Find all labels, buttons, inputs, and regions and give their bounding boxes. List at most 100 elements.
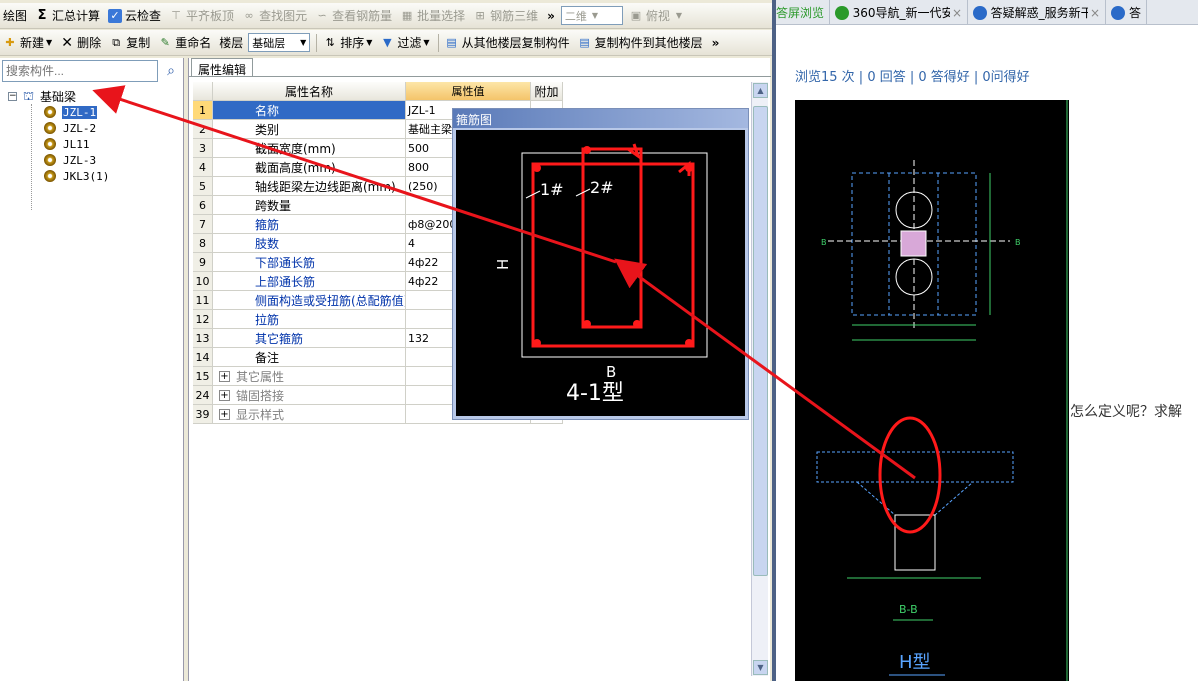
grid-corner-cell	[193, 82, 213, 101]
height-label: H	[494, 259, 512, 270]
property-name: 拉筋	[213, 310, 406, 329]
expand-icon[interactable]: +	[219, 408, 230, 420]
tree-node-foundation-beam[interactable]: − ⛫ 基础梁	[8, 88, 76, 104]
pile-section	[894, 514, 936, 571]
property-name-text: 上部通长筋	[255, 274, 316, 289]
tree-item-jzl2[interactable]: JZL-2	[44, 120, 97, 136]
property-name: 截面高度(mm)	[213, 158, 406, 177]
draw-button[interactable]: 绘图	[0, 5, 30, 27]
copy-from-floor-button[interactable]: ▤ 从其他楼层复制构件	[442, 32, 573, 54]
property-name: + 其它属性	[213, 367, 406, 386]
row-number: 10	[193, 272, 213, 291]
browser-360-icon	[835, 5, 849, 20]
copy-from-floor-icon: ▤	[446, 35, 457, 49]
batch-select-button[interactable]: ▦ 批量选择	[397, 5, 468, 27]
rebar-dot	[685, 164, 693, 172]
copy-icon: ⧉	[112, 35, 121, 49]
row-number: 13	[193, 329, 213, 348]
browser-window: 答屏浏览 360导航_新一代安全× 答疑解惑_服务新干× 答 浏览15 次 | …	[776, 0, 1198, 681]
row-number: 4	[193, 158, 213, 177]
tree-item-jzl1[interactable]: JZL-1	[44, 104, 98, 120]
expand-icon[interactable]: +	[219, 370, 230, 382]
align-slab-top-button[interactable]: ⊤ 平齐板顶	[166, 5, 237, 27]
gear-icon	[44, 106, 56, 118]
property-name: 截面宽度(mm)	[213, 139, 406, 158]
slab-section	[816, 451, 1014, 483]
stirrup-label-1: 1#	[540, 180, 564, 199]
view-rebar-qty-button[interactable]: ∽ 查看钢筋量	[312, 5, 395, 27]
question-stats: 浏览15 次 | 0 回答 | 0 答得好 | 0问得好	[795, 70, 1030, 85]
property-name-text: 类别	[255, 122, 280, 137]
find-element-button[interactable]: ∞ 查找图元	[239, 5, 310, 27]
column-header-extra[interactable]: 附加	[531, 82, 563, 101]
column-square	[900, 230, 927, 257]
property-name-text: 其它箍筋	[255, 331, 304, 346]
sigma-icon: Σ	[37, 7, 47, 23]
copy-to-floor-button[interactable]: ▤ 复制构件到其他楼层	[575, 32, 706, 54]
row-number: 8	[193, 234, 213, 253]
component-search-input[interactable]	[2, 60, 158, 82]
search-icon[interactable]: ⌕	[161, 61, 181, 81]
scroll-thumb[interactable]	[753, 106, 768, 576]
row-number: 3	[193, 139, 213, 158]
collapse-icon[interactable]: −	[8, 91, 17, 101]
row-number: 24	[193, 386, 213, 405]
close-icon[interactable]: ×	[952, 6, 962, 20]
property-name-text: 名称	[255, 103, 280, 118]
new-button[interactable]: ✚ 新建 ▼	[0, 32, 55, 54]
property-name-text: 拉筋	[255, 312, 280, 327]
tree-item-jzl3[interactable]: JZL-3	[44, 152, 97, 168]
rebar-3d-button[interactable]: ⊞ 钢筋三维	[470, 5, 541, 27]
sort-button[interactable]: ⇅ 排序 ▼	[320, 32, 375, 54]
scroll-down-icon[interactable]: ▼	[753, 660, 768, 675]
property-grid-scrollbar[interactable]: ▲ ▼	[751, 82, 768, 676]
row-number: 14	[193, 348, 213, 367]
view-dimension-select[interactable]: 二维 ▼	[560, 6, 623, 25]
row-number: 1	[193, 101, 213, 120]
toolbar-overflow-icon[interactable]: »	[547, 9, 555, 23]
stirrup-type-label: 4-1型	[566, 381, 624, 406]
expand-icon[interactable]: +	[219, 389, 230, 401]
rebar-dot	[685, 339, 693, 347]
row-number: 11	[193, 291, 213, 310]
column-header-name[interactable]: 属性名称	[213, 82, 406, 101]
cloud-check-button[interactable]: ✓ 云检查	[105, 5, 164, 27]
property-name-text: 锚固搭接	[236, 388, 285, 403]
delete-button[interactable]: ✕ 删除	[57, 32, 104, 54]
row-number: 15	[193, 367, 213, 386]
tab-property-edit[interactable]: 属性编辑	[191, 58, 254, 77]
chevron-down-icon: ▼	[366, 38, 373, 47]
tab-qa-service-2[interactable]: 答	[1106, 0, 1148, 24]
property-name-text: 截面宽度(mm)	[255, 141, 336, 156]
summary-calc-button[interactable]: Σ 汇总计算	[32, 5, 103, 27]
toolbar-overflow-icon[interactable]: »	[712, 36, 720, 50]
filter-icon: ▼	[383, 35, 392, 49]
scroll-up-icon[interactable]: ▲	[753, 83, 768, 98]
close-icon[interactable]: ×	[1090, 6, 1100, 20]
rename-button[interactable]: ✎ 重命名	[155, 32, 214, 54]
tree-item-jkl3[interactable]: JKL3(1)	[44, 168, 110, 184]
tab-screen-browse[interactable]: 答屏浏览	[776, 0, 831, 24]
section-mark: B	[821, 238, 827, 247]
filter-button[interactable]: ▼ 过滤 ▼	[377, 32, 432, 54]
cube-icon: ⊞	[475, 8, 485, 22]
property-name: 类别	[213, 120, 406, 139]
copy-to-floor-icon: ▤	[579, 35, 590, 49]
property-name: + 锚固搭接	[213, 386, 406, 405]
rebar-dot	[583, 146, 591, 154]
floor-select[interactable]: 基础层 ▼	[248, 33, 311, 52]
tab-360-nav[interactable]: 360导航_新一代安全×	[830, 0, 969, 24]
view-direction-button[interactable]: ▣ 俯视 ▼	[626, 5, 685, 27]
stirrup-drawing: 1# 2# H B 4-1型	[494, 143, 708, 406]
chevron-down-icon: ▼	[591, 11, 599, 20]
property-name: 下部通长筋	[213, 253, 406, 272]
rename-icon: ✎	[160, 35, 170, 49]
toolbar-divider	[437, 33, 439, 52]
question-text-fragment: 怎么定义呢？求解	[1070, 404, 1182, 420]
copy-button[interactable]: ⧉ 复制	[106, 32, 153, 54]
row-number: 5	[193, 177, 213, 196]
tree-item-jl11[interactable]: JL11	[44, 136, 91, 152]
column-header-value[interactable]: 属性值	[406, 82, 531, 101]
property-name: 其它箍筋	[213, 329, 406, 348]
tab-qa-service[interactable]: 答疑解惑_服务新干 ×	[968, 0, 1107, 24]
